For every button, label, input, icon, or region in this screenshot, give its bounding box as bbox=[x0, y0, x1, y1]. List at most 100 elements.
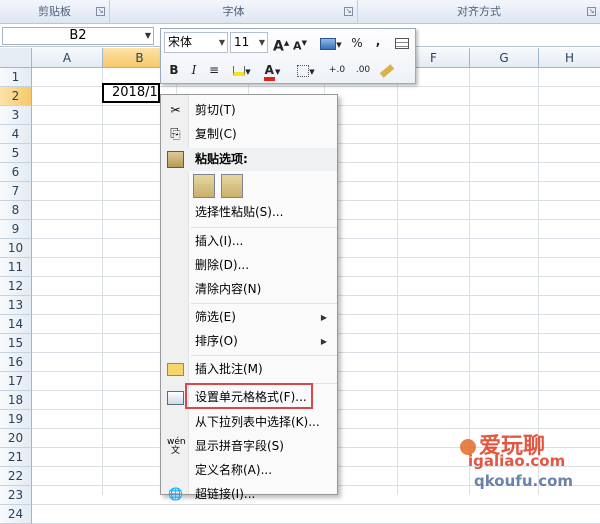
dialog-launcher-icon[interactable]: ↘ bbox=[587, 7, 596, 16]
menu-item-label: 筛选(E) bbox=[195, 310, 236, 324]
menu-item-copy[interactable]: ⎘ 复制(C) bbox=[161, 123, 337, 146]
name-box[interactable]: B2 ▼ bbox=[2, 27, 154, 45]
increase-decimal-button[interactable]: +.0 bbox=[325, 60, 349, 80]
row-header-18[interactable]: 18 bbox=[0, 391, 32, 410]
menu-item-label: 插入批注(M) bbox=[195, 362, 263, 376]
comment-icon bbox=[167, 363, 184, 376]
menu-item-show-phonetic[interactable]: wén 文 显示拼音字段(S) bbox=[161, 435, 337, 458]
row-header-23[interactable]: 23 bbox=[0, 486, 32, 505]
row-header-24[interactable]: 24 bbox=[0, 505, 32, 524]
menu-paste-options-header: 粘贴选项: bbox=[161, 148, 337, 171]
fill-color-button[interactable]: ▼ bbox=[229, 60, 255, 80]
row-header-9[interactable]: 9 bbox=[0, 220, 32, 239]
font-size-box[interactable]: 11 ▼ bbox=[230, 32, 268, 53]
menu-item-label: 剪切(T) bbox=[195, 103, 236, 117]
watermark-domain-2: qkoufu.com bbox=[474, 472, 574, 490]
row-header-15[interactable]: 15 bbox=[0, 334, 32, 353]
font-name-box[interactable]: 宋体 ▼ bbox=[164, 32, 228, 53]
menu-item-clear-contents[interactable]: 清除内容(N) bbox=[161, 278, 337, 301]
chevron-down-icon[interactable]: ▼ bbox=[145, 28, 151, 44]
accounting-format-button[interactable]: ▼ bbox=[317, 33, 345, 53]
row-header-13[interactable]: 13 bbox=[0, 296, 32, 315]
border-grid-icon bbox=[297, 64, 310, 77]
menu-item-delete[interactable]: 删除(D)... bbox=[161, 254, 337, 277]
format-cells-icon bbox=[167, 391, 184, 405]
menu-separator bbox=[191, 355, 337, 356]
column-header-a[interactable]: A bbox=[32, 48, 103, 68]
row-header-6[interactable]: 6 bbox=[0, 163, 32, 182]
row-header-3[interactable]: 3 bbox=[0, 106, 32, 125]
paste-values-icon[interactable] bbox=[221, 174, 243, 198]
menu-item-pick-from-list[interactable]: 从下拉列表中选择(K)... bbox=[161, 411, 337, 434]
row-header-8[interactable]: 8 bbox=[0, 201, 32, 220]
row-header-10[interactable]: 10 bbox=[0, 239, 32, 258]
format-painter-brush-button[interactable] bbox=[377, 60, 397, 80]
font-color-label: A bbox=[263, 63, 275, 81]
grow-font-label: A bbox=[273, 38, 284, 55]
row-header-2[interactable]: 2 bbox=[0, 87, 32, 106]
decrease-decimal-button[interactable]: .00 bbox=[351, 60, 375, 80]
accounting-format-icon bbox=[320, 37, 337, 50]
menu-item-sort[interactable]: 排序(O) ▶ bbox=[161, 330, 337, 353]
ribbon-group-strip: 剪贴板 ↘ 字体 ↘ 对齐方式 ↘ bbox=[0, 0, 600, 24]
menu-item-label: 显示拼音字段(S) bbox=[195, 439, 284, 453]
menu-item-label: 复制(C) bbox=[195, 127, 237, 141]
highlight-annotation bbox=[185, 383, 313, 409]
center-align-button[interactable]: ≡ bbox=[205, 60, 223, 80]
row-header-12[interactable]: 12 bbox=[0, 277, 32, 296]
row-header-19[interactable]: 19 bbox=[0, 410, 32, 429]
table-format-icon bbox=[395, 38, 409, 49]
menu-item-define-name[interactable]: 定义名称(A)... bbox=[161, 459, 337, 482]
shrink-font-label: A bbox=[293, 39, 302, 53]
ribbon-group-alignment: 对齐方式 ↘ bbox=[358, 0, 600, 24]
menu-item-filter[interactable]: 筛选(E) ▶ bbox=[161, 306, 337, 329]
dialog-launcher-icon[interactable]: ↘ bbox=[96, 7, 105, 16]
percent-button[interactable]: % bbox=[349, 33, 365, 53]
font-color-button[interactable]: A▼ bbox=[259, 60, 285, 81]
row-header-1[interactable]: 1 bbox=[0, 68, 32, 87]
menu-item-label: 从下拉列表中选择(K)... bbox=[195, 415, 320, 429]
column-header-h[interactable]: H bbox=[539, 48, 600, 68]
paste-keep-formatting-icon[interactable] bbox=[193, 174, 215, 198]
select-all-corner[interactable] bbox=[0, 48, 32, 68]
row-header-14[interactable]: 14 bbox=[0, 315, 32, 334]
row-header-22[interactable]: 22 bbox=[0, 467, 32, 486]
menu-separator bbox=[191, 303, 337, 304]
menu-item-label: 插入(I)... bbox=[195, 234, 244, 248]
font-name-value: 宋体 bbox=[168, 35, 193, 49]
ribbon-group-clipboard: 剪贴板 ↘ bbox=[0, 0, 110, 24]
row-header-16[interactable]: 16 bbox=[0, 353, 32, 372]
menu-separator bbox=[191, 227, 337, 228]
menu-item-insert-comment[interactable]: 插入批注(M) bbox=[161, 358, 337, 381]
menu-item-insert[interactable]: 插入(I)... bbox=[161, 230, 337, 253]
grow-font-button[interactable]: A▲ bbox=[273, 33, 289, 55]
chevron-down-icon[interactable]: ▼ bbox=[259, 33, 265, 52]
row-header-21[interactable]: 21 bbox=[0, 448, 32, 467]
chevron-down-icon[interactable]: ▼ bbox=[219, 33, 225, 52]
paintbrush-icon bbox=[379, 63, 395, 78]
paste-icon bbox=[167, 151, 184, 168]
menu-item-paste-special[interactable]: 选择性粘贴(S)... bbox=[161, 201, 337, 224]
column-header-g[interactable]: G bbox=[470, 48, 539, 68]
font-size-value: 11 bbox=[234, 35, 250, 49]
row-header-17[interactable]: 17 bbox=[0, 372, 32, 391]
format-painter-button[interactable] bbox=[393, 33, 411, 53]
row-header-20[interactable]: 20 bbox=[0, 429, 32, 448]
borders-button[interactable]: ▼ bbox=[293, 60, 319, 80]
ribbon-group-font: 字体 ↘ bbox=[110, 0, 358, 24]
active-cell-b2[interactable]: 2018/10/4 bbox=[102, 83, 160, 103]
mini-toolbar: 宋体 ▼ 11 ▼ A▲ A▼ ▼ % , B I ≡ ▼ A▼ ▼ +.0 .… bbox=[160, 28, 416, 84]
dialog-launcher-icon[interactable]: ↘ bbox=[344, 7, 353, 16]
row-header-4[interactable]: 4 bbox=[0, 125, 32, 144]
italic-button[interactable]: I bbox=[185, 60, 203, 80]
column-gridline bbox=[102, 68, 103, 495]
shrink-font-button[interactable]: A▼ bbox=[292, 33, 308, 53]
menu-item-cut[interactable]: ✂ 剪切(T) bbox=[161, 99, 337, 122]
bold-button[interactable]: B bbox=[165, 60, 183, 80]
ribbon-group-label: 剪贴板 bbox=[38, 5, 71, 18]
row-header-5[interactable]: 5 bbox=[0, 144, 32, 163]
phonetic-icon: wén 文 bbox=[167, 437, 186, 456]
row-header-11[interactable]: 11 bbox=[0, 258, 32, 277]
comma-button[interactable]: , bbox=[371, 31, 385, 51]
row-header-7[interactable]: 7 bbox=[0, 182, 32, 201]
